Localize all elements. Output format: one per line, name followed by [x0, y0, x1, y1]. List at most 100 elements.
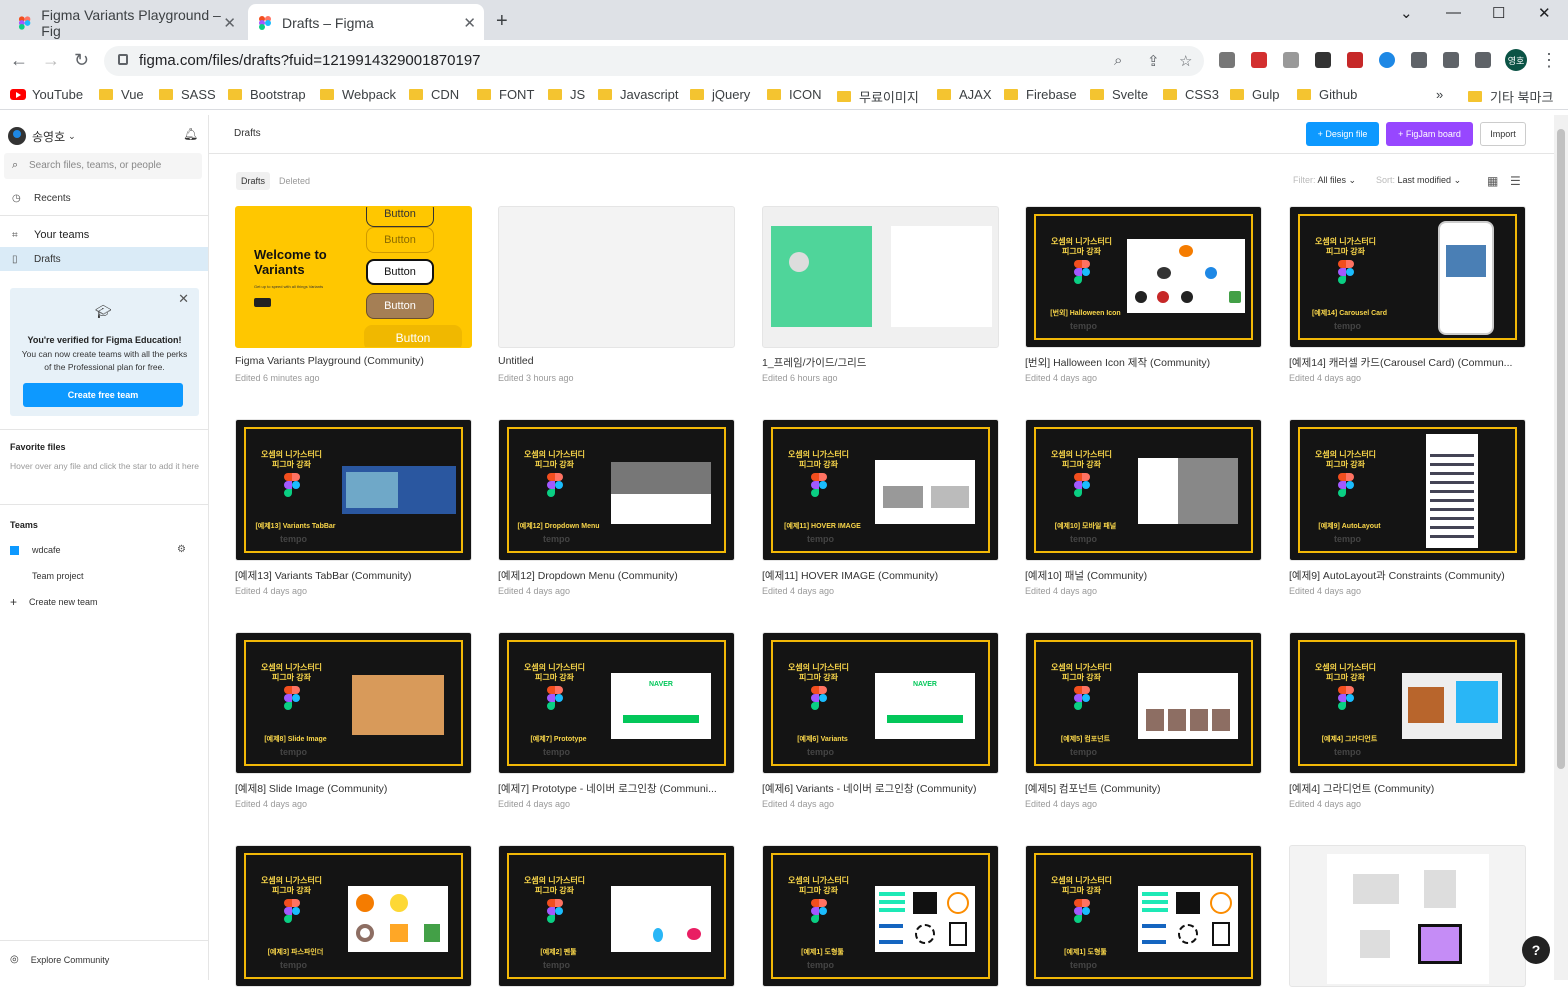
extension-icon[interactable] — [1283, 52, 1299, 68]
file-thumbnail: 오셈의 니가스터디 피그마 강좌 [예제5] 컴포넌트 tempo — [1025, 632, 1262, 774]
thumb-screenshot: NAVER — [611, 673, 711, 739]
bookmark-label: FONT — [499, 87, 535, 102]
pdf-extension-icon[interactable] — [1251, 52, 1267, 68]
browser-tab-figma-playground[interactable]: Figma Variants Playground – Fig ✕ — [8, 6, 244, 40]
thumb-tempo-text: tempo — [543, 534, 570, 544]
share-icon[interactable]: ⇪ — [1147, 52, 1160, 70]
profile-avatar[interactable]: 영호 — [1505, 49, 1527, 71]
profile-initials: 영호 — [1507, 55, 1525, 66]
sidebar-item-drafts[interactable]: ▯ Drafts — [0, 247, 208, 271]
create-new-team[interactable]: + Create new team — [10, 595, 98, 609]
bookmark-label: SASS — [181, 87, 216, 102]
plus-icon: + — [10, 595, 18, 609]
bookmark-folder[interactable]: Firebase — [1004, 87, 1077, 102]
list-view-icon[interactable]: ☰ — [1510, 174, 1521, 188]
help-button[interactable]: ? — [1522, 936, 1550, 964]
bookmark-folder[interactable]: 무료이미지 — [837, 87, 919, 106]
new-tab-icon[interactable]: + — [496, 10, 508, 33]
bookmark-folder[interactable]: FONT — [477, 87, 534, 102]
create-team-label: Create new team — [29, 597, 98, 607]
forward-icon[interactable]: → — [42, 50, 60, 71]
puzzle-extensions-icon[interactable] — [1411, 52, 1427, 68]
bookmark-folder[interactable]: CDN — [409, 87, 459, 102]
bookmark-star-icon[interactable]: ☆ — [1179, 52, 1192, 70]
scrollbar[interactable] — [1554, 115, 1568, 980]
other-bookmarks[interactable]: 기타 북마크 — [1468, 87, 1553, 106]
thumb-tempo-text: tempo — [1334, 747, 1361, 757]
bookmark-youtube[interactable]: YouTube — [10, 87, 83, 102]
thumb-screenshot — [1402, 673, 1502, 739]
bookmark-folder[interactable]: Bootstrap — [228, 87, 306, 102]
file-name: [예제9] AutoLayout과 Constraints (Community… — [1289, 570, 1505, 582]
thumb-course-line: 피그마 강좌 — [534, 673, 575, 682]
close-tab-icon[interactable]: ✕ — [463, 14, 476, 32]
bookmarks-overflow-icon[interactable]: » — [1436, 87, 1443, 102]
sidebar-item-your-teams[interactable]: ⌗ Your teams — [0, 223, 208, 247]
bookmark-folder[interactable]: jQuery — [690, 87, 750, 102]
thumb-screenshot — [342, 466, 456, 514]
file-edited-time: Edited 4 days ago — [498, 586, 571, 596]
close-window-icon[interactable]: ✕ — [1538, 4, 1551, 22]
tab-drafts[interactable]: Drafts — [236, 172, 271, 190]
create-free-team-button[interactable]: Create free team — [23, 383, 183, 407]
zoom-icon[interactable]: ⌕ — [1114, 52, 1122, 69]
file-name: 1_프레임/가이드/그리드 — [762, 357, 867, 369]
reading-list-icon[interactable] — [1443, 52, 1459, 68]
extension-icon[interactable] — [1347, 52, 1363, 68]
thumb-photo — [346, 472, 398, 508]
user-menu[interactable]: 송영호 ⌄ — [8, 127, 76, 145]
tab-deleted[interactable]: Deleted — [274, 172, 315, 190]
tab-search-icon[interactable]: ⌄ — [1400, 4, 1413, 22]
color-picker-extension-icon[interactable] — [1315, 52, 1331, 68]
close-icon[interactable]: ✕ — [178, 291, 189, 307]
bookmark-folder[interactable]: SASS — [159, 87, 216, 102]
sort-dropdown[interactable]: Sort: Last modified ⌄ — [1376, 175, 1461, 186]
bookmark-folder[interactable]: Vue — [99, 87, 144, 102]
bookmark-folder[interactable]: Gulp — [1230, 87, 1279, 102]
bookmark-folder[interactable]: Javascript — [598, 87, 679, 102]
camera-extension-icon[interactable] — [1219, 52, 1235, 68]
minimize-icon[interactable]: — — [1446, 4, 1461, 21]
team-settings-icon[interactable]: ⚙︎ — [177, 544, 186, 555]
address-bar[interactable]: figma.com/files/drafts?fuid=121991432900… — [104, 46, 1204, 76]
sidebar-item-recents[interactable]: ◷ Recents — [0, 186, 208, 210]
thumb-course-line: 오셈의 니가스터디 — [1050, 876, 1113, 885]
search-input[interactable]: ⌕ Search files, teams, or people — [4, 153, 202, 179]
bookmark-folder[interactable]: AJAX — [937, 87, 992, 102]
figjam-board-button[interactable]: + FigJam board — [1386, 122, 1473, 146]
bookmark-folder[interactable]: Svelte — [1090, 87, 1148, 102]
back-icon[interactable]: ← — [10, 50, 28, 71]
menu-kebab-icon[interactable]: ⋮ — [1540, 50, 1558, 71]
bookmark-folder[interactable]: CSS3 — [1163, 87, 1219, 102]
maximize-icon[interactable]: ☐ — [1492, 4, 1505, 22]
chevron-down-icon: ⌄ — [1348, 175, 1357, 185]
design-file-button[interactable]: + Design file — [1306, 122, 1379, 146]
extension-icon[interactable] — [1379, 52, 1395, 68]
bookmark-folder[interactable]: Webpack — [320, 87, 396, 102]
team-project[interactable]: Team project — [32, 571, 84, 581]
close-tab-icon[interactable]: ✕ — [223, 14, 236, 32]
explore-community[interactable]: ◎ Explore Community — [10, 954, 109, 965]
file-edited-time: Edited 6 minutes ago — [235, 373, 320, 383]
file-name: Figma Variants Playground (Community) — [235, 355, 424, 367]
team-item-wdcafe[interactable]: wdcafe — [10, 545, 61, 555]
file-thumbnail: 오셈의 니가스터디 피그마 강좌 [예제1] 도형툴 tempo — [762, 845, 999, 987]
bookmark-folder[interactable]: ICON — [767, 87, 822, 102]
file-edited-time: Edited 4 days ago — [1025, 373, 1098, 383]
team-name: wdcafe — [32, 545, 61, 555]
thumb-lesson-label: [예제5] 컴포넌트 — [1060, 736, 1111, 743]
notification-bell-icon[interactable]: 🔔︎ — [183, 127, 198, 141]
reload-icon[interactable]: ↻ — [74, 50, 89, 71]
file-thumbnail — [498, 206, 735, 348]
grid-view-icon[interactable]: ▦ — [1487, 174, 1498, 188]
filter-dropdown[interactable]: Filter: All files ⌄ — [1293, 175, 1356, 186]
side-panel-icon[interactable] — [1475, 52, 1491, 68]
ghost-icon — [1205, 267, 1217, 279]
browser-tab-drafts[interactable]: Drafts – Figma ✕ — [248, 4, 484, 42]
bookmark-label: Gulp — [1252, 87, 1280, 102]
import-button[interactable]: Import — [1480, 122, 1526, 146]
bookmark-folder[interactable]: JS — [548, 87, 585, 102]
scrollbar-thumb[interactable] — [1557, 129, 1565, 769]
file-thumbnail — [762, 206, 999, 348]
bookmark-folder[interactable]: Github — [1297, 87, 1357, 102]
